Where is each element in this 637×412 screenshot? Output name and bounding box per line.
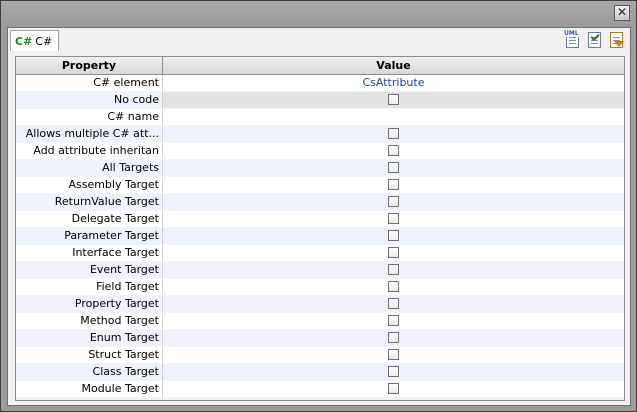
property-name: Constructor Target (16, 398, 163, 400)
property-value[interactable] (163, 245, 624, 261)
dialog-window: ✕ C# C# UML Property Value C# element Cs… (0, 0, 637, 412)
tab-label: C# (35, 34, 53, 48)
property-name: Delegate Target (16, 211, 163, 227)
property-name: C# name (16, 109, 163, 125)
toolbar: UML (564, 31, 624, 48)
table-row[interactable]: C# name (16, 109, 624, 126)
table-row[interactable]: Enum Target (16, 330, 624, 347)
value-checkbox[interactable] (388, 247, 399, 258)
property-value[interactable] (163, 262, 624, 278)
property-value[interactable] (163, 92, 624, 108)
table-row[interactable]: Assembly Target (16, 177, 624, 194)
property-name: Class Target (16, 364, 163, 380)
table-row[interactable]: Allows multiple C# att... (16, 126, 624, 143)
property-value[interactable] (163, 109, 624, 125)
table-row[interactable]: Field Target (16, 279, 624, 296)
grid-header: Property Value (16, 57, 624, 75)
value-checkbox[interactable] (388, 315, 399, 326)
property-value[interactable] (163, 364, 624, 380)
property-value[interactable] (163, 228, 624, 244)
property-name: Module Target (16, 381, 163, 397)
table-row[interactable]: Property Target (16, 296, 624, 313)
value-checkbox[interactable] (388, 213, 399, 224)
value-checkbox[interactable] (388, 145, 399, 156)
table-row[interactable]: Add attribute inheritan (16, 143, 624, 160)
uml-document-button[interactable]: UML (564, 31, 580, 48)
table-row[interactable]: Method Target (16, 313, 624, 330)
tab-bar: C# C# UML (8, 28, 630, 52)
property-value[interactable] (163, 381, 624, 397)
value-checkbox[interactable] (388, 349, 399, 360)
value-checkbox[interactable] (388, 383, 399, 394)
property-name: All Targets (16, 160, 163, 176)
value-checkbox[interactable] (388, 298, 399, 309)
tab-csharp[interactable]: C# C# (10, 30, 60, 51)
c-sharp-icon: C# (15, 34, 33, 48)
table-row[interactable]: Parameter Target (16, 228, 624, 245)
property-value[interactable] (163, 296, 624, 312)
value-checkbox[interactable] (388, 196, 399, 207)
csharp-panel: C# C# UML Property Value C# element CsAt… (7, 27, 631, 406)
property-name: Interface Target (16, 245, 163, 261)
close-button[interactable]: ✕ (614, 5, 630, 21)
property-value[interactable]: CsAttribute (163, 75, 624, 91)
property-value[interactable] (163, 143, 624, 159)
property-value[interactable] (163, 279, 624, 295)
check-document-button[interactable] (586, 31, 602, 48)
value-column-header[interactable]: Value (163, 57, 624, 74)
property-grid: Property Value C# element CsAttribute No c… (15, 56, 625, 401)
value-checkbox[interactable] (388, 332, 399, 343)
property-name: Property Target (16, 296, 163, 312)
property-name: Add attribute inheritan (16, 143, 163, 159)
close-icon: ✕ (616, 5, 628, 19)
export-document-button[interactable] (608, 31, 624, 48)
table-row[interactable]: Struct Target (16, 347, 624, 364)
property-name: Field Target (16, 279, 163, 295)
property-name: Enum Target (16, 330, 163, 346)
value-checkbox[interactable] (388, 281, 399, 292)
table-row[interactable]: Event Target (16, 262, 624, 279)
table-row[interactable]: C# element CsAttribute (16, 75, 624, 92)
table-row[interactable]: Delegate Target (16, 211, 624, 228)
property-value[interactable] (163, 211, 624, 227)
value-checkbox[interactable] (388, 179, 399, 190)
table-row[interactable]: Class Target (16, 364, 624, 381)
property-name: Parameter Target (16, 228, 163, 244)
value-checkbox[interactable] (388, 264, 399, 275)
property-name: Allows multiple C# att... (16, 126, 163, 142)
property-column-header[interactable]: Property (16, 57, 163, 74)
property-value[interactable] (163, 194, 624, 210)
value-checkbox[interactable] (388, 230, 399, 241)
property-value[interactable] (163, 313, 624, 329)
title-bar[interactable]: ✕ (1, 1, 636, 25)
property-name: Assembly Target (16, 177, 163, 193)
property-name: Event Target (16, 262, 163, 278)
value-checkbox[interactable] (388, 94, 399, 105)
value-checkbox[interactable] (388, 400, 399, 401)
grid-rows: C# element CsAttribute No code C# name Allow… (16, 75, 624, 401)
value-checkbox[interactable] (388, 162, 399, 173)
table-row[interactable]: All Targets (16, 160, 624, 177)
table-row[interactable]: Interface Target (16, 245, 624, 262)
property-value[interactable] (163, 177, 624, 193)
value-text: CsAttribute (362, 76, 425, 89)
property-value[interactable] (163, 160, 624, 176)
property-value[interactable] (163, 330, 624, 346)
property-value[interactable] (163, 398, 624, 401)
value-checkbox[interactable] (388, 128, 399, 139)
table-row[interactable]: Module Target (16, 381, 624, 398)
table-row[interactable]: No code (16, 92, 624, 109)
table-row[interactable]: Constructor Target (16, 398, 624, 401)
property-name: Struct Target (16, 347, 163, 363)
property-name: ReturnValue Target (16, 194, 163, 210)
value-checkbox[interactable] (388, 366, 399, 377)
property-name: C# element (16, 75, 163, 91)
property-value[interactable] (163, 126, 624, 142)
property-name: No code (16, 92, 163, 108)
property-value[interactable] (163, 347, 624, 363)
table-row[interactable]: ReturnValue Target (16, 194, 624, 211)
property-name: Method Target (16, 313, 163, 329)
